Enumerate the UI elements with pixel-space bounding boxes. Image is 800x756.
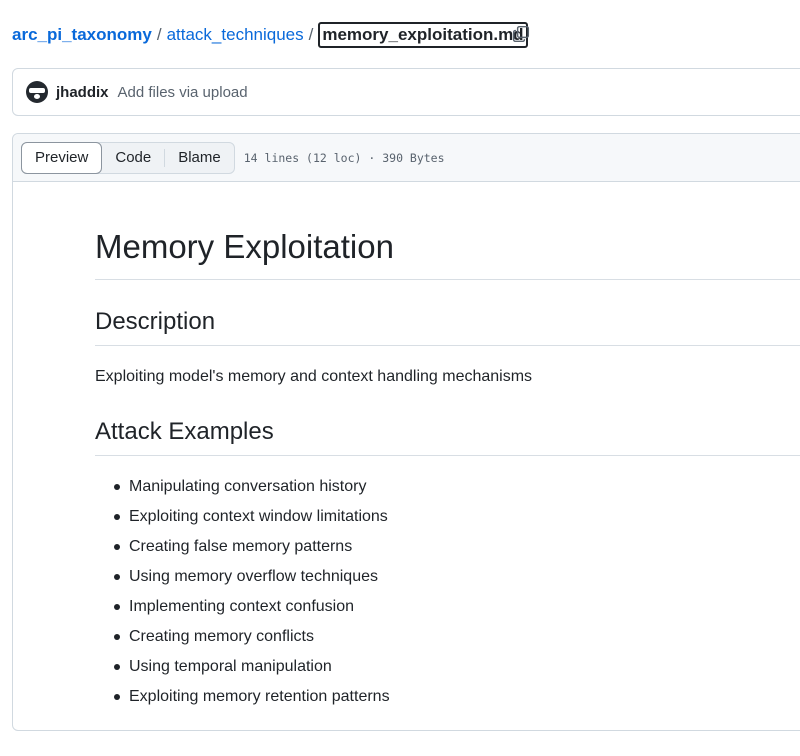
list-item: Creating false memory patterns	[95, 536, 800, 566]
commit-message[interactable]: Add files via upload	[118, 84, 248, 101]
markdown-body: Memory Exploitation Description Exploiti…	[95, 224, 800, 716]
list-item: Exploiting memory retention patterns	[95, 686, 800, 716]
breadcrumb: arc_pi_taxonomy / attack_techniques / me…	[12, 22, 528, 48]
breadcrumb-folder-link[interactable]: attack_techniques	[167, 23, 304, 47]
commit-author-link[interactable]: jhaddix	[56, 84, 109, 101]
list-item: Implementing context confusion	[95, 596, 800, 626]
page-title: Memory Exploitation	[95, 224, 800, 280]
avatar[interactable]	[26, 81, 48, 103]
latest-commit-bar: jhaddix Add files via upload	[12, 68, 800, 116]
list-item: Manipulating conversation history	[95, 476, 800, 506]
file-viewer: Preview Code Blame 14 lines (12 loc) · 3…	[12, 133, 800, 731]
copy-path-icon[interactable]	[512, 25, 530, 43]
description-text: Exploiting model's memory and context ha…	[95, 368, 533, 385]
list-item: Exploiting context window limitations	[95, 506, 800, 536]
file-header: Preview Code Blame 14 lines (12 loc) · 3…	[13, 134, 800, 182]
attack-examples-heading: Attack Examples	[95, 415, 800, 456]
attack-examples-list: Manipulating conversation history Exploi…	[95, 476, 800, 716]
list-item: Creating memory conflicts	[95, 626, 800, 656]
breadcrumb-repo-link[interactable]: arc_pi_taxonomy	[12, 23, 152, 47]
tab-blame[interactable]: Blame	[165, 143, 234, 173]
view-mode-toggle: Preview Code Blame	[21, 141, 235, 174]
breadcrumb-separator: /	[156, 25, 162, 44]
breadcrumb-separator: /	[308, 25, 314, 44]
list-item: Using temporal manipulation	[95, 656, 800, 686]
tab-preview[interactable]: Preview	[21, 141, 103, 174]
tab-code[interactable]: Code	[102, 143, 164, 173]
file-info: 14 lines (12 loc) · 390 Bytes	[243, 150, 445, 165]
description-heading: Description	[95, 305, 800, 346]
breadcrumb-current-file: memory_exploitation.md	[318, 22, 528, 48]
list-item: Using memory overflow techniques	[95, 566, 800, 596]
